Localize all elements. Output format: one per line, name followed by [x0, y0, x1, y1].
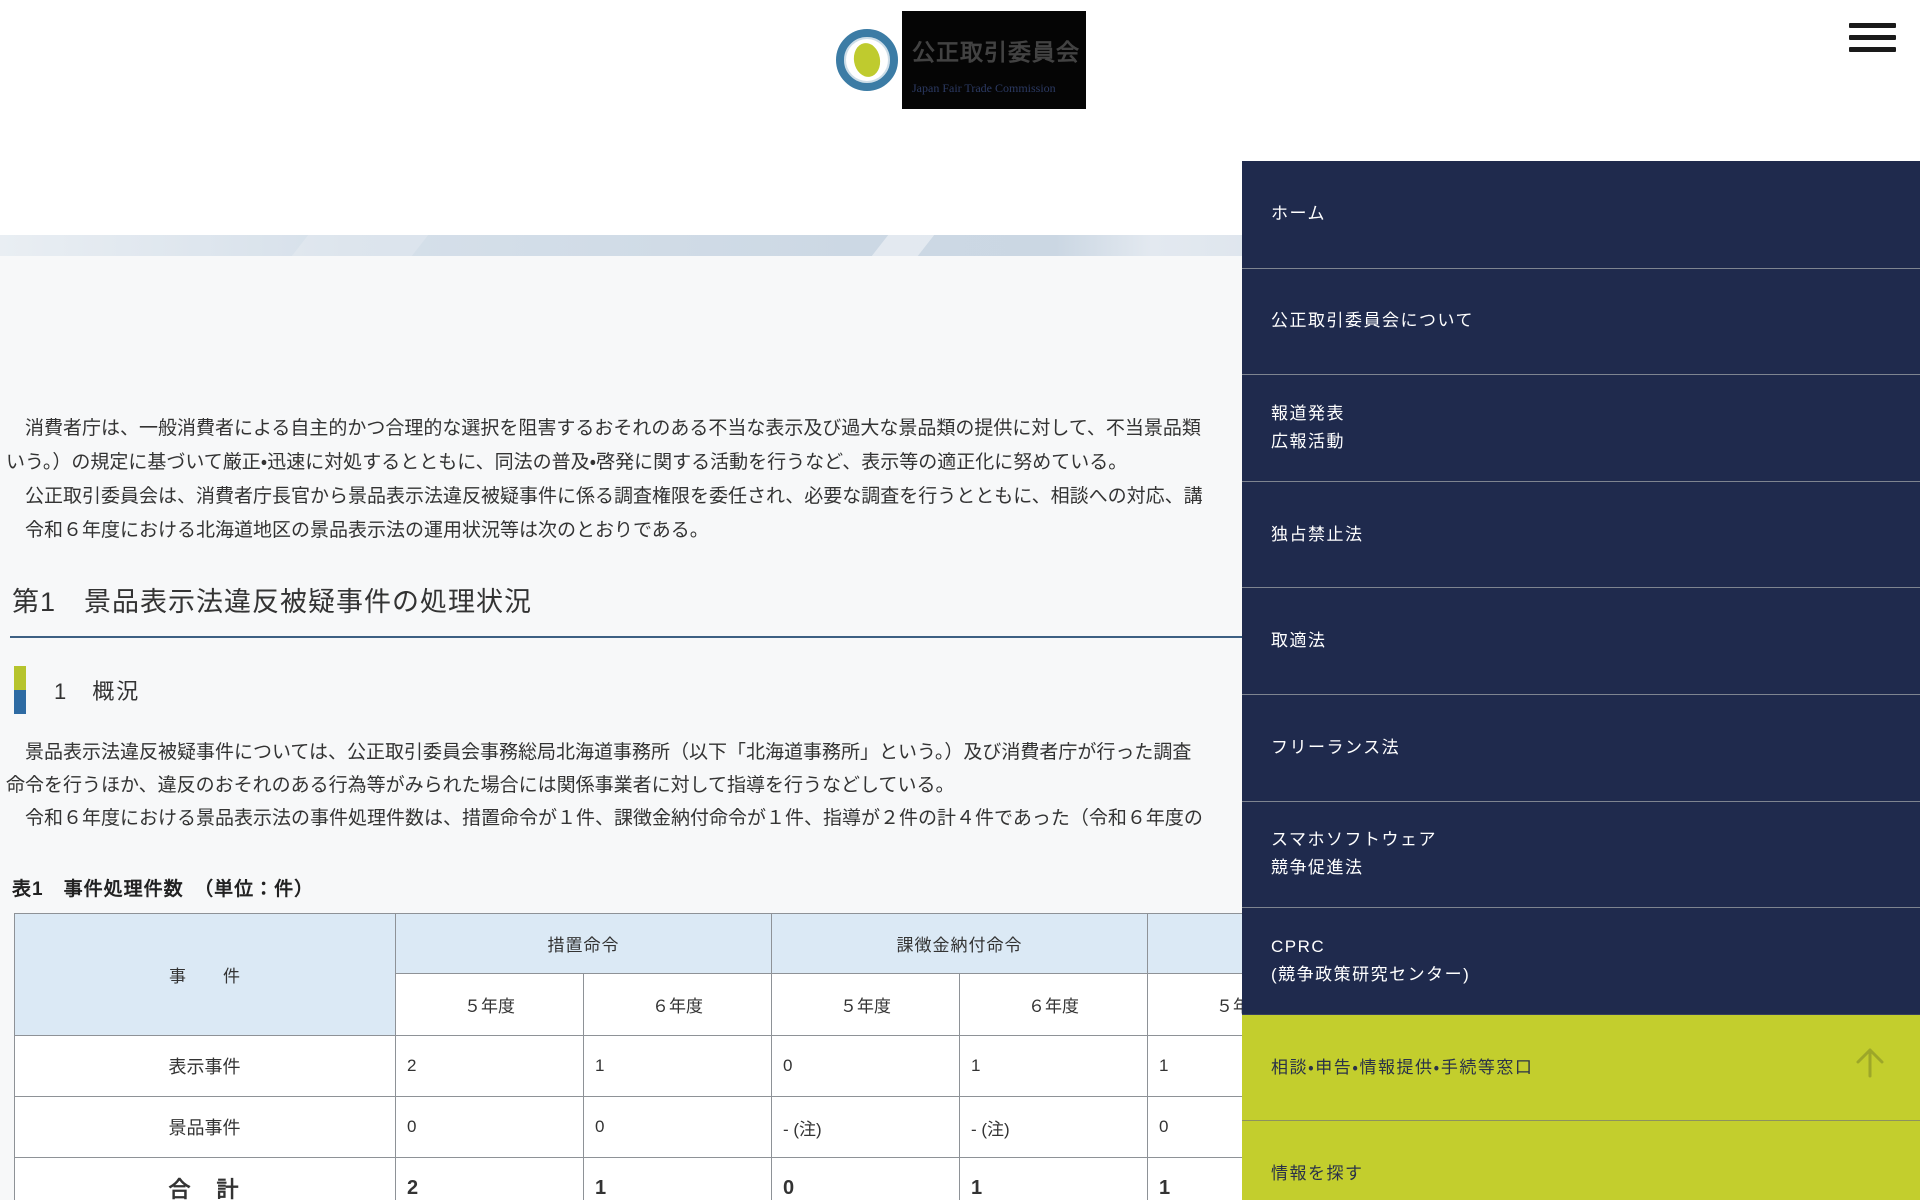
cell: - (注)	[959, 1096, 1148, 1158]
arrow-up-icon	[1856, 1048, 1884, 1078]
paragraph-line: 公正取引委員会は、消費者庁長官から景品表示法違反被疑事件に係る調査権限を委任され…	[6, 486, 1203, 507]
subsection-label: 1 概況	[54, 679, 141, 704]
nav-item-consultation[interactable]: 相談・申告・情報提供・手続等窓口	[1242, 1013, 1920, 1121]
cell: 1	[583, 1035, 772, 1097]
slide-menu: ホーム 公正取引委員会について 報道発表 広報活動 独占禁止法 取適法 フリーラン…	[1242, 161, 1920, 1200]
jftc-emblem-icon	[832, 11, 902, 109]
paragraph-line: 令和６年度における景品表示法の事件処理件数は、措置命令が１件、課徴金納付命令が１…	[6, 808, 1203, 829]
nav-item-freelance[interactable]: フリーランス法	[1242, 693, 1920, 801]
subsection-heading: 1 概況	[14, 666, 140, 714]
table-title: 表1 事件処理件数 （単位：件）	[12, 879, 315, 900]
menu-icon[interactable]	[1849, 22, 1896, 53]
cell: 1	[959, 1035, 1148, 1097]
column-header-year: ６年度	[583, 973, 772, 1036]
logo-title-jp: 公正取引委員会	[912, 39, 1080, 65]
cell: 0	[771, 1035, 960, 1097]
paragraph-line: 令和６年度における北海道地区の景品表示法の運用状況等は次のとおりである。	[6, 520, 709, 541]
column-group-order: 措置命令	[395, 913, 772, 974]
section-marker-icon	[14, 666, 26, 714]
column-group-surcharge: 課徴金納付命令	[771, 913, 1148, 974]
nav-item-cprc[interactable]: CPRC (競争政策研究センター)	[1242, 907, 1920, 1014]
nav-item-search-info[interactable]: 情報を探す	[1242, 1120, 1920, 1200]
column-header-year: ６年度	[959, 973, 1148, 1036]
logo-text-block: 公正取引委員会 Japan Fair Trade Commission	[902, 11, 1086, 109]
intro-paragraph: 消費者庁は、一般消費者による自主的かつ合理的な選択を阻害するおそれのある不当な表…	[6, 412, 1203, 548]
row-label: 表示事件	[14, 1035, 396, 1097]
cell: 1	[583, 1157, 772, 1200]
section-heading: 第1 景品表示法違反被疑事件の処理状況	[12, 587, 533, 617]
nav-item-home[interactable]: ホーム	[1242, 161, 1920, 268]
paragraph-line: 命令を行うほか、違反のおそれのある行為等がみられた場合には関係事業者に対して指導…	[6, 775, 955, 796]
cell: 0	[583, 1096, 772, 1158]
column-header-year: ５年度	[395, 973, 584, 1036]
cell: 2	[395, 1035, 584, 1097]
cell: 1	[959, 1157, 1148, 1200]
nav-item-subcontract[interactable]: 取適法	[1242, 587, 1920, 694]
jftc-logo[interactable]: 公正取引委員会 Japan Fair Trade Commission	[832, 11, 1086, 109]
overview-paragraph: 景品表示法違反被疑事件については、公正取引委員会事務総局北海道事務所（以下「北海…	[6, 736, 1203, 835]
column-header-case: 事 件	[14, 913, 396, 1036]
cell: 0	[771, 1157, 960, 1200]
column-header-year: ５年度	[771, 973, 960, 1036]
nav-item-press[interactable]: 報道発表 広報活動	[1242, 374, 1920, 481]
row-label: 合 計	[14, 1157, 396, 1200]
cell: - (注)	[771, 1096, 960, 1158]
row-label: 景品事件	[14, 1096, 396, 1158]
paragraph-line: 消費者庁は、一般消費者による自主的かつ合理的な選択を阻害するおそれのある不当な表…	[6, 418, 1201, 439]
nav-item-smartphone[interactable]: スマホソフトウェア 競争促進法	[1242, 800, 1920, 908]
nav-item-antimonopoly[interactable]: 独占禁止法	[1242, 480, 1920, 588]
nav-item-about[interactable]: 公正取引委員会について	[1242, 267, 1920, 375]
cell: 2	[395, 1157, 584, 1200]
page: 公正取引委員会 Japan Fair Trade Commission 消費者庁…	[0, 0, 1920, 1200]
logo-title-en: Japan Fair Trade Commission	[912, 81, 1056, 95]
paragraph-line: いう。）の規定に基づいて厳正・迅速に対処するとともに、同法の普及・啓発に関する活…	[6, 452, 1128, 473]
cell: 0	[395, 1096, 584, 1158]
paragraph-line: 景品表示法違反被疑事件については、公正取引委員会事務総局北海道事務所（以下「北海…	[6, 742, 1192, 763]
back-to-top-button[interactable]	[1844, 1036, 1896, 1088]
